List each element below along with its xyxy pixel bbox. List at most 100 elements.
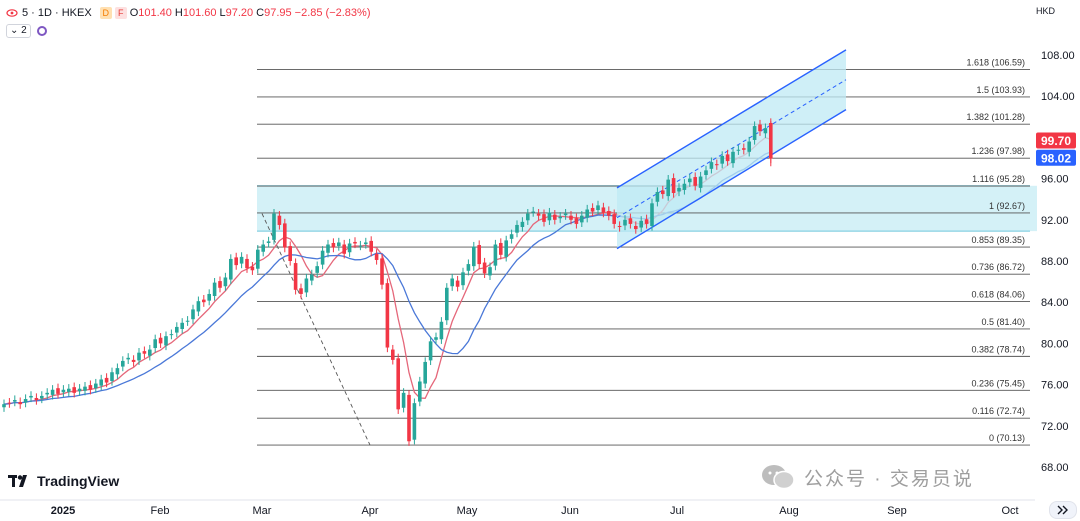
currency-label: HKD — [1036, 6, 1056, 16]
candle-body — [563, 213, 568, 216]
candle-body — [185, 320, 190, 322]
candle-body — [191, 309, 195, 320]
candle-body — [196, 301, 201, 312]
candle-body — [472, 246, 476, 267]
candle-body — [585, 209, 589, 218]
candle-body — [590, 207, 595, 212]
candle-body — [407, 394, 411, 442]
candle-body — [763, 128, 768, 134]
candle-body — [531, 211, 535, 213]
candle-body — [110, 372, 114, 381]
y-tick-label: 72.00 — [1041, 421, 1069, 433]
candle-body — [353, 241, 357, 244]
candle-body — [661, 190, 665, 195]
open-label: O — [129, 7, 139, 19]
candle-body — [137, 352, 141, 361]
candle-body — [131, 359, 136, 362]
indicator-count: 2 — [21, 25, 27, 36]
fib-label: 0.116 (72.74) — [972, 406, 1025, 416]
candle-body — [50, 389, 55, 395]
candle-body — [461, 272, 465, 286]
candle-body — [720, 155, 724, 164]
candle-body — [380, 258, 384, 285]
candle-body — [434, 337, 438, 340]
candle-body — [558, 216, 562, 219]
candle-body — [245, 258, 249, 269]
price-chart[interactable]: 1.618 (106.59) 1.5 (103.93) 1.382 (101.28)… — [0, 0, 1080, 521]
x-tick-label: Oct — [1001, 505, 1018, 517]
candle-body — [715, 164, 719, 166]
candle-body — [634, 225, 638, 230]
candle-body — [34, 397, 39, 401]
candle-body — [747, 141, 751, 152]
y-tick-label: 84.00 — [1041, 297, 1069, 309]
candle-body — [256, 249, 260, 269]
candle-body — [488, 267, 492, 276]
eye-icon[interactable] — [6, 7, 18, 19]
candle-body — [553, 214, 557, 220]
candle-body — [272, 213, 276, 240]
y-tick-label: 68.00 — [1041, 462, 1069, 474]
candle-body — [229, 258, 233, 280]
candle-body — [337, 242, 341, 247]
candle-body — [315, 266, 319, 273]
fib-label: 1.236 (97.98) — [971, 146, 1025, 156]
candle-body — [682, 183, 687, 190]
close-value: 97.95 — [264, 7, 292, 19]
candle-body — [266, 241, 271, 243]
y-tick-label: 76.00 — [1041, 380, 1069, 392]
candle-body — [13, 400, 17, 402]
y-tick-label: 108.00 — [1041, 50, 1075, 62]
candle-body — [94, 383, 98, 389]
candle-body — [596, 205, 600, 211]
candle-body — [547, 212, 552, 221]
fib-label: 0.236 (75.45) — [971, 378, 1025, 388]
candle-body — [250, 266, 255, 271]
candle-body — [418, 381, 422, 402]
candle-body — [628, 218, 633, 224]
symbol-header: 5 · 1D · HKEX D F O 101.40 H 101.60 L 97.20… — [6, 5, 374, 21]
candle-body — [56, 388, 60, 394]
candle-body — [758, 124, 762, 132]
time-axis: 2025 Feb Mar Apr May Jun Jul Aug Sep Oct — [0, 499, 1035, 517]
candle-body — [736, 149, 741, 151]
fib-label: 1.116 (95.28) — [972, 174, 1025, 184]
candle-body — [23, 399, 28, 403]
symbol-label[interactable]: 5 · 1D · HKEX — [22, 7, 92, 19]
loading-icon — [36, 26, 47, 36]
candle-body — [450, 278, 454, 287]
candle-body — [428, 341, 433, 361]
double-chevron-icon — [1057, 505, 1068, 515]
indicator-toggle[interactable]: ⌄ 2 — [6, 24, 31, 38]
candle-body — [234, 257, 238, 266]
price-axis: 108.00104.00100.0096.0092.0088.0084.0080… — [1041, 50, 1075, 474]
candle-body — [347, 243, 352, 253]
candle-body — [655, 191, 660, 202]
candle-body — [180, 322, 184, 329]
candle-body — [526, 213, 530, 221]
candle-body — [29, 395, 33, 398]
candle-body — [725, 154, 730, 162]
close-label: C — [256, 7, 265, 19]
candle-body — [752, 126, 757, 140]
tradingview-logo[interactable]: TradingView — [8, 473, 119, 489]
go-to-realtime-button[interactable] — [1049, 501, 1077, 519]
candle-body — [45, 392, 49, 395]
candle-body — [607, 211, 611, 216]
candle-body — [423, 361, 427, 384]
x-tick-label: Apr — [361, 505, 378, 517]
candle-body — [666, 179, 670, 197]
candle-body — [650, 203, 654, 226]
candle-body — [153, 339, 157, 349]
x-tick-label: Aug — [779, 505, 799, 517]
candle-body — [164, 336, 168, 346]
candle-body — [493, 244, 498, 266]
candle-body — [283, 223, 287, 248]
candle-body — [293, 263, 298, 290]
price-tag-label: 98.02 — [1041, 151, 1071, 165]
open-value: 101.40 — [138, 7, 172, 19]
candle-body — [126, 357, 130, 360]
low-value: 97.20 — [225, 7, 254, 19]
candle-body — [644, 219, 649, 224]
candle-body — [639, 220, 643, 228]
